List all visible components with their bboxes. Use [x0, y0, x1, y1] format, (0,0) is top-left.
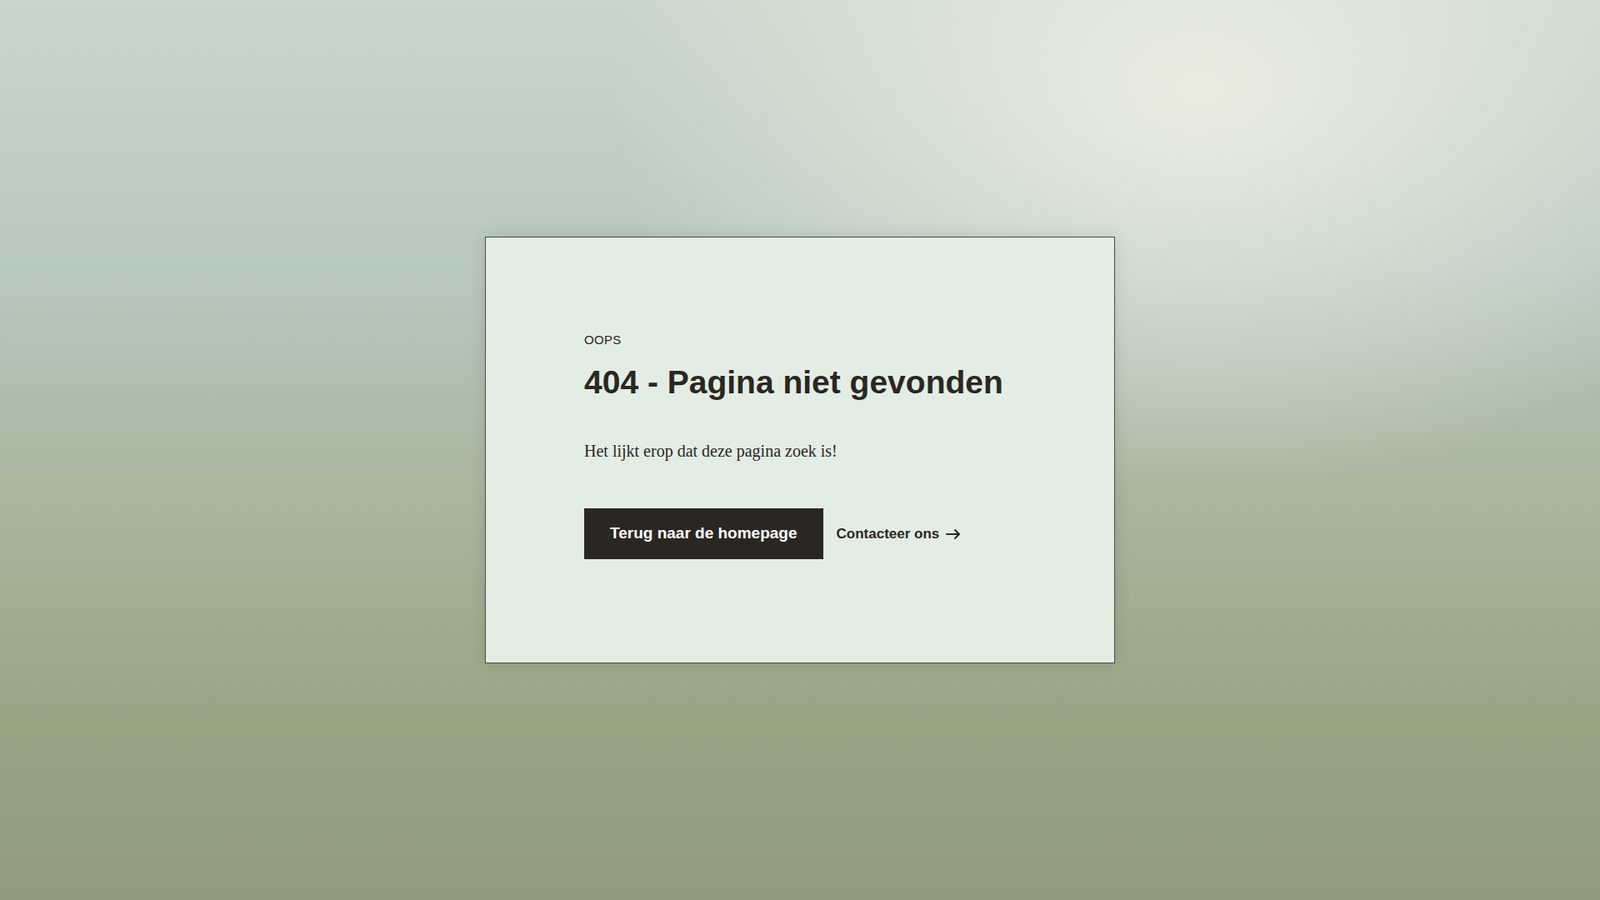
contact-label[interactable]: Contacteer ons — [836, 523, 940, 545]
error-heading: 404 - Pagina niet gevonden — [584, 363, 1081, 403]
error-panel: OOPS 404 - Pagina niet gevonden Het lijk… — [485, 236, 1115, 664]
contact-link[interactable]: Contacteer ons — [836, 523, 962, 545]
background-photo: OOPS 404 - Pagina niet gevonden Het lijk… — [0, 0, 1600, 900]
arrow-right-icon[interactable] — [945, 528, 961, 540]
error-message: Het lijkt erop dat deze pagina zoek is! — [584, 438, 1081, 464]
home-button[interactable]: Terug naar de homepage — [584, 508, 824, 560]
kicker-label: OOPS — [584, 330, 1081, 350]
